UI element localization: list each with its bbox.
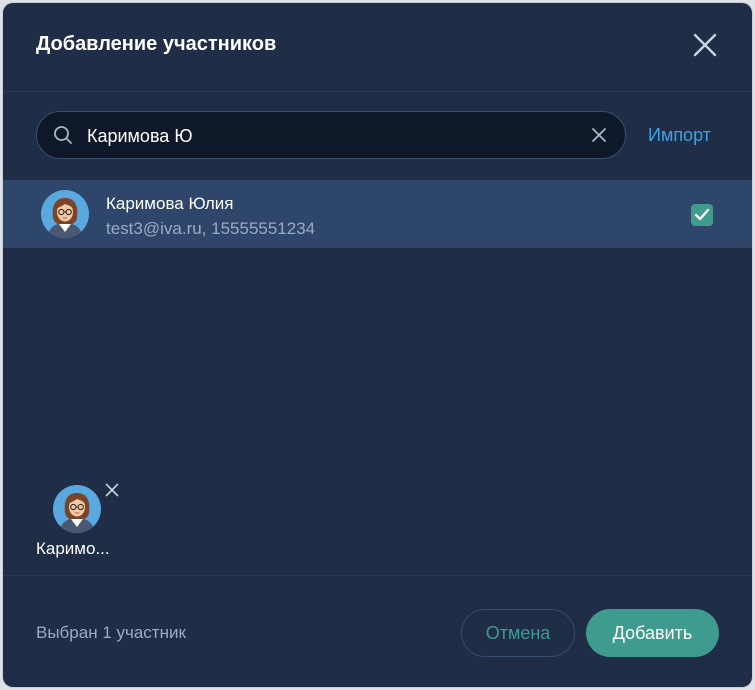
search-input[interactable] bbox=[85, 122, 569, 150]
chip-name: Каримо... bbox=[36, 539, 110, 558]
remove-chip-icon[interactable] bbox=[105, 483, 119, 497]
dialog-header: Добавление участников bbox=[3, 3, 752, 92]
add-participants-dialog: Добавление участников Импорт bbox=[3, 3, 752, 687]
selected-count: Выбран 1 участник bbox=[36, 623, 186, 642]
close-icon[interactable] bbox=[692, 32, 718, 58]
avatar bbox=[41, 190, 89, 238]
dialog-title: Добавление участников bbox=[36, 33, 277, 55]
clear-icon[interactable] bbox=[591, 127, 607, 143]
search-icon bbox=[53, 125, 73, 145]
cancel-button[interactable]: Отмена bbox=[461, 609, 575, 657]
avatar bbox=[53, 485, 101, 533]
import-link[interactable]: Импорт bbox=[648, 125, 711, 146]
result-details: test3@iva.ru, 15555551234 bbox=[106, 219, 316, 238]
list-item[interactable]: Каримова Юлия test3@iva.ru, 15555551234 bbox=[3, 180, 752, 248]
search-row: Импорт bbox=[36, 111, 726, 159]
result-name: Каримова Юлия bbox=[106, 194, 234, 213]
checkmark-icon bbox=[694, 208, 710, 221]
selected-participants: Каримо... bbox=[3, 473, 752, 576]
search-field[interactable] bbox=[36, 111, 626, 159]
selected-chip: Каримо... bbox=[36, 483, 136, 573]
dialog-footer: Выбран 1 участник Отмена Добавить bbox=[3, 576, 752, 687]
select-checkbox[interactable] bbox=[691, 204, 713, 226]
add-button[interactable]: Добавить bbox=[586, 609, 719, 657]
